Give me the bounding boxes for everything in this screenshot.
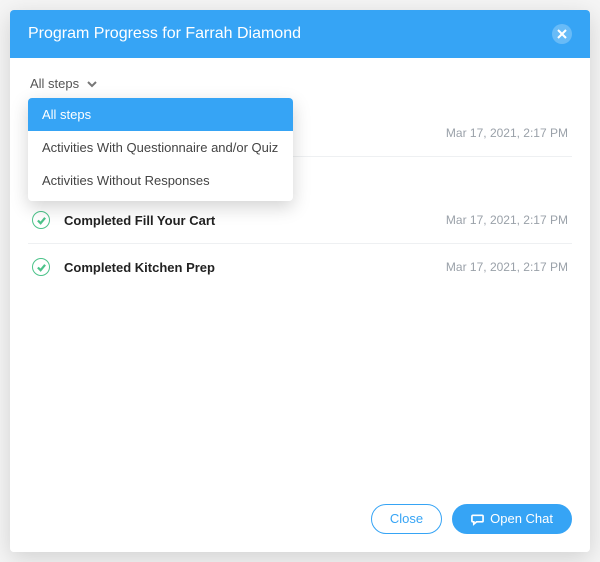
modal-footer: Close Open Chat <box>10 490 590 552</box>
filter-option-all-steps[interactable]: All steps <box>28 98 293 131</box>
step-row: Completed Fill Your Cart Mar 17, 2021, 2… <box>28 197 572 244</box>
step-timestamp: Mar 17, 2021, 2:17 PM <box>446 213 568 227</box>
modal-title: Program Progress for Farrah Diamond <box>28 25 301 43</box>
filter-option-with-questionnaire[interactable]: Activities With Questionnaire and/or Qui… <box>28 131 293 164</box>
close-button-label: Close <box>390 511 423 527</box>
close-icon-button[interactable] <box>552 24 572 44</box>
chat-icon <box>471 513 484 526</box>
close-icon <box>557 29 567 39</box>
step-label: Completed Fill Your Cart <box>64 213 446 228</box>
open-chat-button-label: Open Chat <box>490 511 553 527</box>
step-row: Completed Kitchen Prep Mar 17, 2021, 2:1… <box>28 244 572 290</box>
filter-dropdown-menu: All steps Activities With Questionnaire … <box>28 98 293 201</box>
step-timestamp: Mar 17, 2021, 2:17 PM <box>446 260 568 274</box>
modal-header: Program Progress for Farrah Diamond <box>10 10 590 58</box>
check-circle-icon <box>32 258 50 276</box>
close-button[interactable]: Close <box>371 504 442 534</box>
program-progress-modal: Program Progress for Farrah Diamond All … <box>10 10 590 552</box>
filter-trigger-label: All steps <box>30 76 79 91</box>
step-label: Completed Kitchen Prep <box>64 260 446 275</box>
check-circle-icon <box>32 211 50 229</box>
filter-dropdown-trigger[interactable]: All steps <box>28 72 99 95</box>
modal-body: All steps Completed Fill Your Cart Mar 1… <box>10 58 590 490</box>
step-timestamp: Mar 17, 2021, 2:17 PM <box>446 126 568 140</box>
open-chat-button[interactable]: Open Chat <box>452 504 572 534</box>
steps-list: Completed Fill Your Cart Mar 17, 2021, 2… <box>28 197 572 290</box>
chevron-down-icon <box>87 79 97 89</box>
filter-option-without-responses[interactable]: Activities Without Responses <box>28 164 293 197</box>
